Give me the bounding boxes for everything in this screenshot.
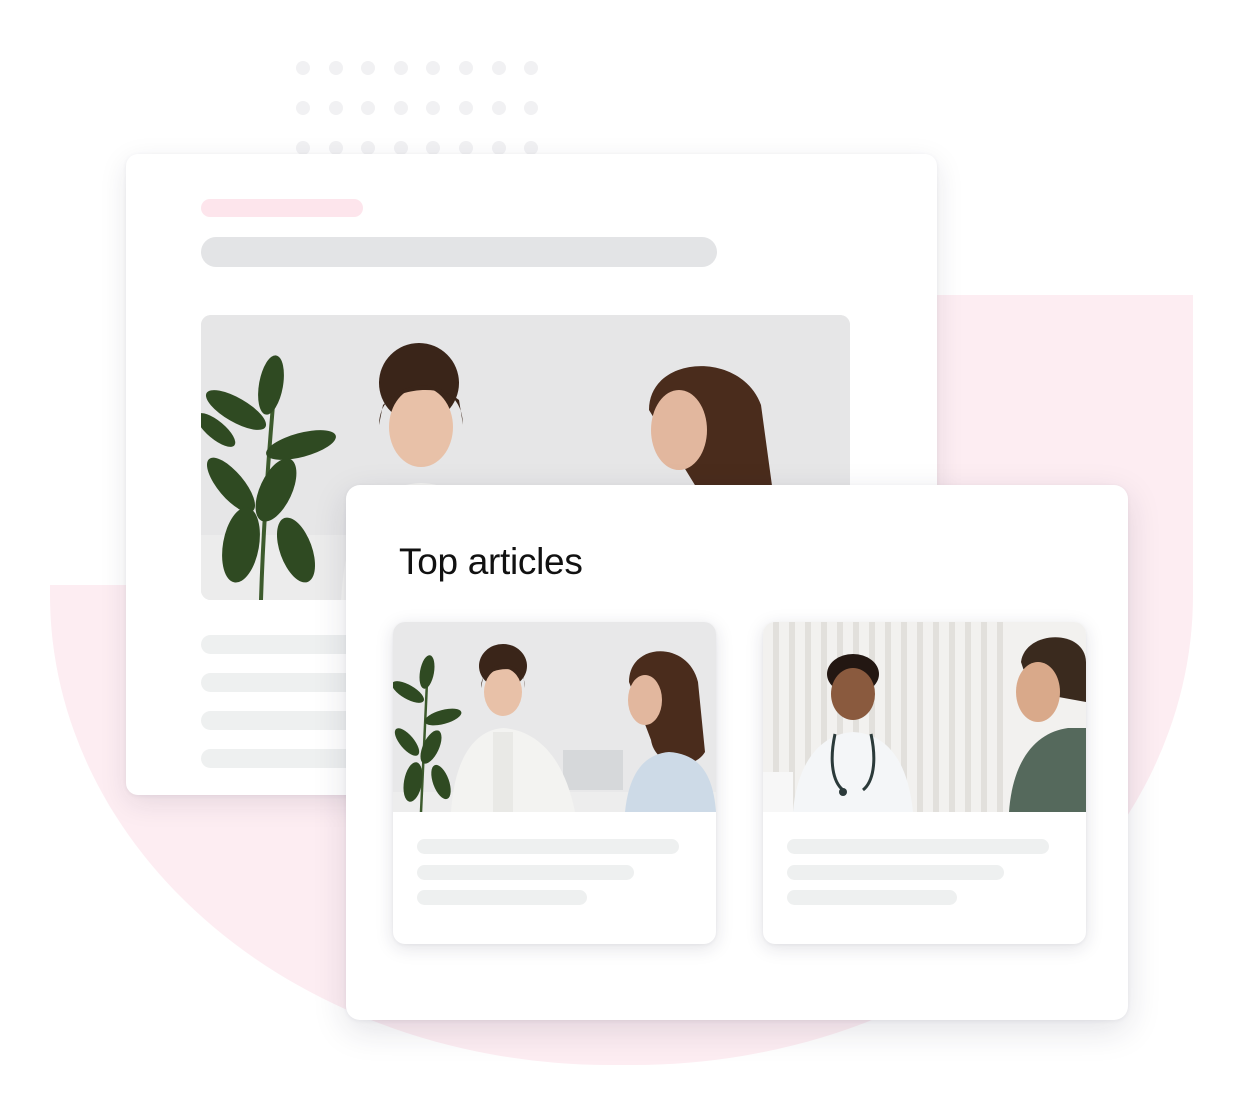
dot xyxy=(524,141,539,155)
dot xyxy=(491,61,506,75)
dot xyxy=(296,101,310,115)
top-articles-card: Top articles xyxy=(346,485,1128,1020)
dot xyxy=(426,101,441,115)
dot xyxy=(328,61,343,75)
dot xyxy=(393,61,408,75)
text-line-placeholder xyxy=(787,890,957,905)
dot xyxy=(328,141,343,155)
text-line-placeholder xyxy=(787,839,1049,854)
text-line-placeholder xyxy=(417,839,679,854)
dot xyxy=(393,101,408,115)
dot xyxy=(458,141,473,155)
dot xyxy=(458,101,473,115)
doctor-patient-photo-icon xyxy=(763,622,1086,812)
doctor-consultation-photo-icon xyxy=(393,622,716,812)
dot xyxy=(296,141,310,155)
dot xyxy=(491,141,506,155)
dot xyxy=(426,61,441,75)
dot xyxy=(393,141,408,155)
title-placeholder xyxy=(201,237,717,267)
dot xyxy=(328,101,343,115)
article-card[interactable] xyxy=(763,622,1086,944)
article-thumbnail xyxy=(393,622,716,812)
dot xyxy=(361,101,376,115)
category-tag-placeholder xyxy=(201,199,363,217)
dot xyxy=(296,61,310,75)
dot xyxy=(524,101,539,115)
dot xyxy=(458,61,473,75)
text-line-placeholder xyxy=(417,865,634,880)
dot xyxy=(524,61,539,75)
article-card[interactable] xyxy=(393,622,716,944)
dot xyxy=(361,141,376,155)
text-line-placeholder xyxy=(787,865,1004,880)
dot xyxy=(361,61,376,75)
dot xyxy=(491,101,506,115)
article-thumbnail xyxy=(763,622,1086,812)
section-heading: Top articles xyxy=(399,541,583,582)
dot-pattern xyxy=(296,61,540,161)
dot xyxy=(426,141,441,155)
text-line-placeholder xyxy=(417,890,587,905)
